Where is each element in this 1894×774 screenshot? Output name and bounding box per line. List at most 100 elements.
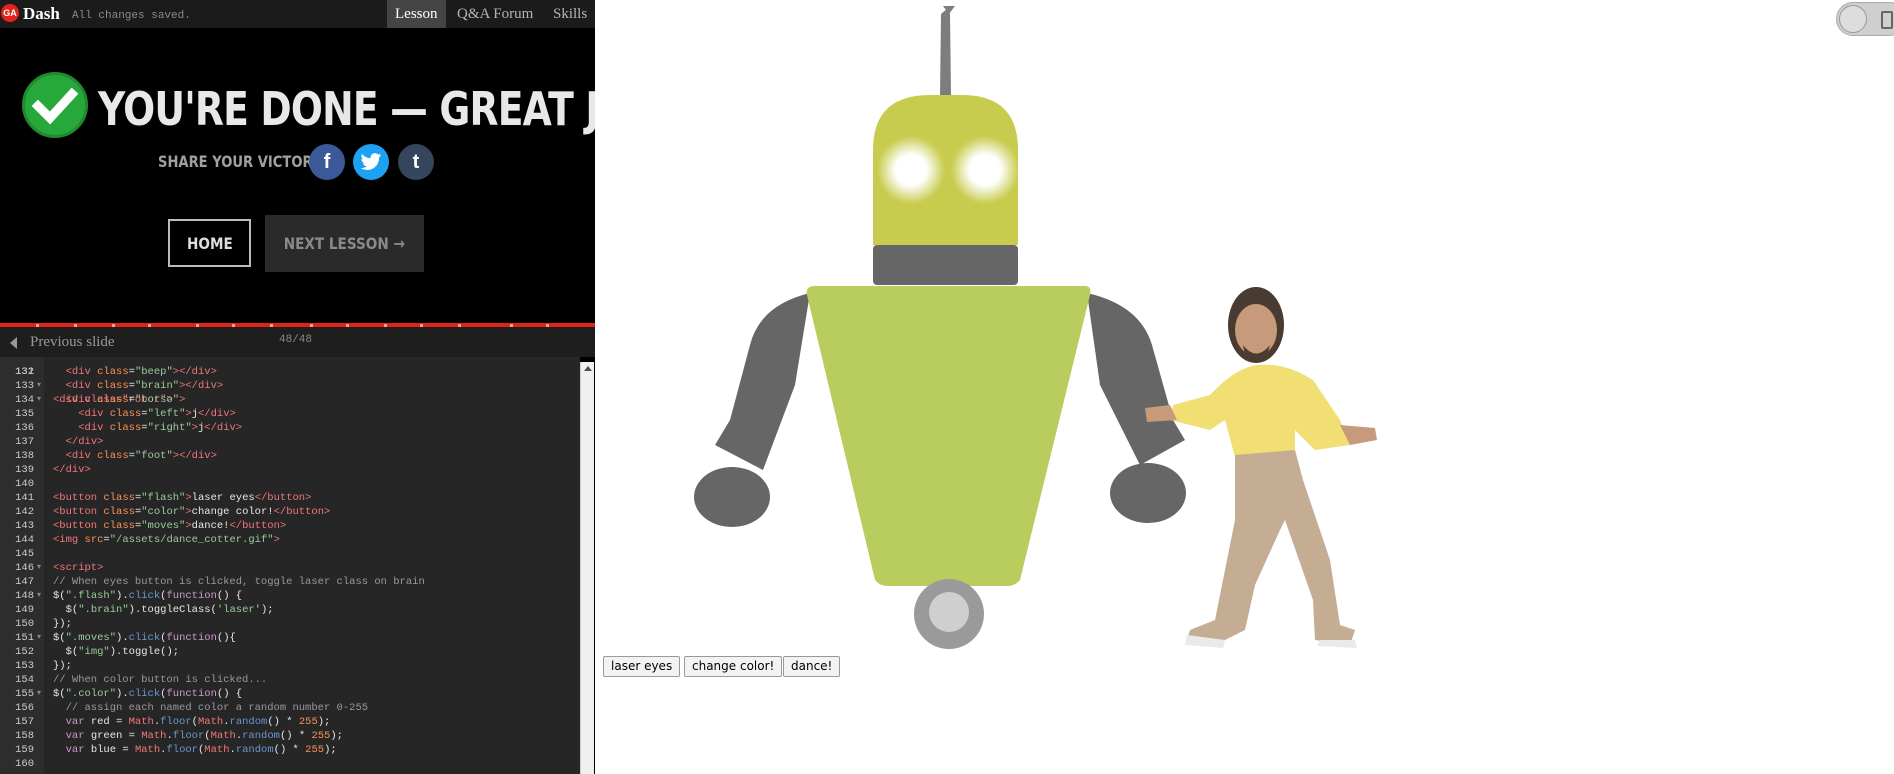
line-number: 139 [15,464,34,476]
code-token: <div [78,408,110,420]
robot-arm-right [1087,293,1185,465]
fold-arrow-icon[interactable]: ▾ [37,589,41,603]
code-token: $( [53,632,66,644]
code-token: random [235,744,274,756]
code-token: blue = [84,744,135,756]
tab-qa-forum[interactable]: Q&A Forum [449,0,541,28]
code-token: ). [116,688,129,700]
code-token: ); [330,730,343,742]
code-token: var [65,716,85,728]
code-token: class [103,506,135,518]
robot-antenna [940,8,951,95]
code-token: 255 [298,716,318,728]
scroll-up-arrow-icon[interactable] [584,366,592,371]
line-number: 150 [15,618,34,630]
code-token: Math [204,744,230,756]
change-color-button[interactable]: change color! [684,656,783,677]
line-number: 142 [15,506,34,518]
code-token: random [242,730,280,742]
code-token: class [103,520,135,532]
code-text: </div> [53,463,91,477]
code-text: var red = Math.floor(Math.random() * 255… [53,715,331,729]
code-token: class [97,450,129,462]
code-token: "moves" [141,520,186,532]
dance-button[interactable]: dance! [783,656,841,677]
code-text: <div class="left">j</div> [53,407,236,421]
code-token: > [273,534,280,546]
line-number: 136 [15,422,34,434]
code-token: green = [84,730,142,742]
previous-slide-link[interactable]: Previous slide [30,334,115,351]
next-lesson-label: NEXT LESSON → [283,234,406,253]
robot-hand-right [1110,463,1186,523]
next-lesson-button[interactable]: NEXT LESSON → [265,215,424,272]
app-name[interactable]: Dash [23,4,60,24]
editor-scrollbar[interactable] [580,362,594,774]
code-token: function [166,688,217,700]
code-token: $( [53,688,66,700]
code-text: // When color button is clicked... [53,673,267,687]
line-number: 158 [15,730,34,742]
view-toggle[interactable] [1836,2,1894,36]
tab-skills[interactable]: Skills [545,0,595,28]
fold-arrow-icon[interactable]: ▾ [37,393,41,407]
code-token: "left" [147,408,186,420]
line-number: 140 [15,478,34,490]
toggle-knob[interactable] [1839,5,1867,33]
save-status: All changes saved. [72,10,191,22]
code-token: <button [53,506,104,518]
code-token: ".brain" [78,604,129,616]
code-token: random [229,716,268,728]
code-token: () * [267,716,299,728]
code-token: <div [65,394,98,406]
tumblr-icon[interactable]: t [398,144,434,180]
code-token: "flash" [141,492,186,504]
code-token: var [65,744,85,756]
code-token: Math [134,744,161,756]
laser-eyes-button[interactable]: laser eyes [603,656,681,677]
twitter-icon[interactable] [353,144,389,180]
code-token: ). [116,632,129,644]
code-token: floor [160,716,192,728]
line-number: 132 [15,366,34,378]
code-token: class [103,492,135,504]
code-text: $(".flash").click(function() { [53,589,242,603]
home-button[interactable]: HOME [168,219,251,267]
robot-eye-left [877,136,945,204]
lesson-panel: GA Dash All changes saved. Lesson Q&A Fo… [0,0,595,774]
code-token: Math [128,716,154,728]
code-token: Math [141,730,167,742]
code-editor[interactable]: 131 ▾ <div class="robot"> 132 <div class… [0,357,580,774]
fold-arrow-icon[interactable]: ▾ [37,379,41,393]
fold-arrow-icon[interactable]: ▾ [37,561,41,575]
line-number: 146 [15,562,34,574]
code-text: <button class="moves">dance!</button> [53,519,286,533]
code-token: () { [216,688,243,700]
code-line[interactable]: 131 ▾ <div class="robot"> [0,357,173,406]
code-token: 255 [305,744,325,756]
code-token: </button> [273,506,331,518]
ga-logo-icon[interactable]: GA [1,4,19,22]
facebook-icon[interactable]: f [309,144,345,180]
code-token: ); [260,604,274,616]
code-token: "/assets/dance_cotter.gif" [109,534,274,546]
chevron-left-icon[interactable] [10,337,17,349]
code-token: ).toggle(); [109,646,180,658]
code-token: ); [324,744,337,756]
tab-lesson[interactable]: Lesson [387,0,446,28]
code-token: // assign each named color a random numb… [53,702,369,714]
code-token: class [97,366,129,378]
code-text: // When eyes button is clicked, toggle l… [53,575,425,589]
fold-arrow-icon[interactable]: ▾ [37,687,41,701]
home-label: HOME [186,233,233,253]
fold-arrow-icon[interactable]: ▾ [37,631,41,645]
robot-torso [806,286,1091,586]
code-token: "right" [147,422,192,434]
